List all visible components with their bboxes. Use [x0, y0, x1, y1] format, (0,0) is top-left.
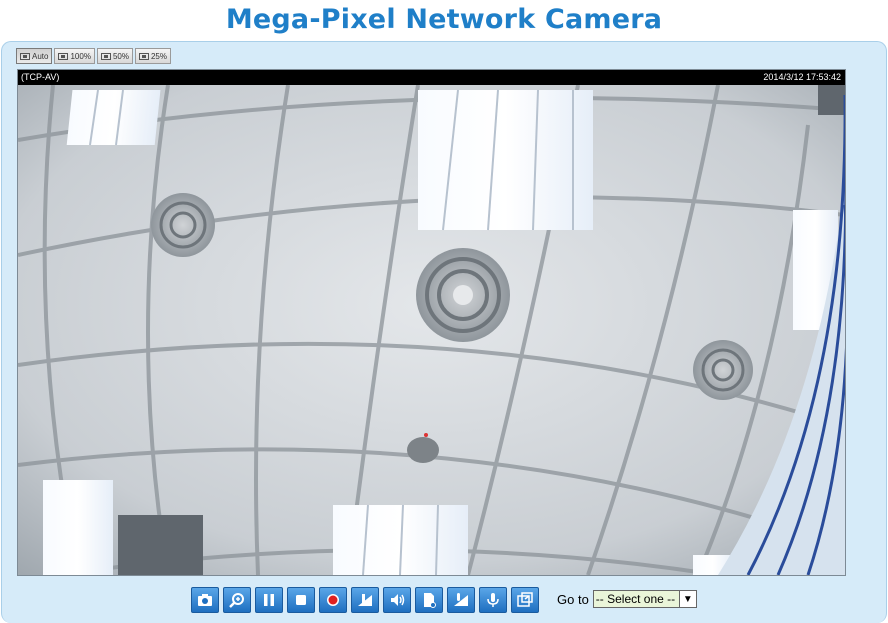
video-viewer[interactable]: (TCP-AV) 2014/3/12 17:53:42 [17, 69, 846, 576]
goto-control: Go to -- Select one -- ▼ [557, 590, 697, 608]
live-video-frame[interactable] [18, 85, 845, 575]
storage-button[interactable] [415, 587, 443, 613]
zoom-100-button[interactable]: 100% [54, 48, 95, 64]
record-icon [327, 594, 339, 606]
control-toolbar [191, 587, 539, 613]
goto-select[interactable]: -- Select one -- ▼ [592, 590, 697, 608]
camera-icon [198, 594, 212, 606]
frame-icon [138, 52, 149, 60]
zoom-option-label: 100% [70, 51, 91, 61]
stream-protocol: (TCP-AV) [21, 72, 60, 82]
chevron-down-icon[interactable]: ▼ [678, 591, 696, 607]
fullscreen-icon [517, 592, 533, 607]
frame-icon [100, 52, 111, 60]
volume-button[interactable] [351, 587, 379, 613]
talk-button[interactable] [479, 587, 507, 613]
frame-icon [58, 52, 69, 60]
pause-icon [264, 594, 274, 606]
goto-label: Go to [557, 591, 589, 607]
stop-button[interactable] [287, 587, 315, 613]
frame-icon [20, 52, 30, 60]
zoom-25-button[interactable]: 25% [134, 48, 171, 64]
caption-bar: (TCP-AV) 2014/3/12 17:53:42 [18, 70, 845, 85]
volume-slider-icon [358, 594, 372, 606]
snapshot-button[interactable] [191, 587, 219, 613]
video-timestamp: 2014/3/12 17:53:42 [763, 72, 841, 82]
zoom-50-button[interactable]: 50% [96, 48, 133, 64]
zoom-in-icon [229, 593, 244, 608]
pause-button[interactable] [255, 587, 283, 613]
zoom-auto-button[interactable]: Auto [16, 48, 53, 64]
stop-icon [296, 595, 306, 605]
fullscreen-button[interactable] [511, 587, 539, 613]
zoom-option-label: 25% [150, 51, 167, 61]
mic-slider-icon [454, 593, 468, 606]
mic-volume-button[interactable] [447, 587, 475, 613]
microphone-icon [487, 593, 499, 607]
digital-zoom-button[interactable] [223, 587, 251, 613]
mute-button[interactable] [383, 587, 411, 613]
page-title: Mega-Pixel Network Camera [225, 4, 663, 35]
speaker-icon [391, 594, 405, 606]
zoom-option-label: 50% [112, 51, 129, 61]
zoom-option-label: Auto [32, 51, 49, 61]
zoom-toolbar: Auto 100% 50% 25% [16, 48, 171, 64]
document-icon [424, 593, 436, 608]
goto-selected-value: -- Select one -- [595, 592, 676, 606]
record-button[interactable] [319, 587, 347, 613]
